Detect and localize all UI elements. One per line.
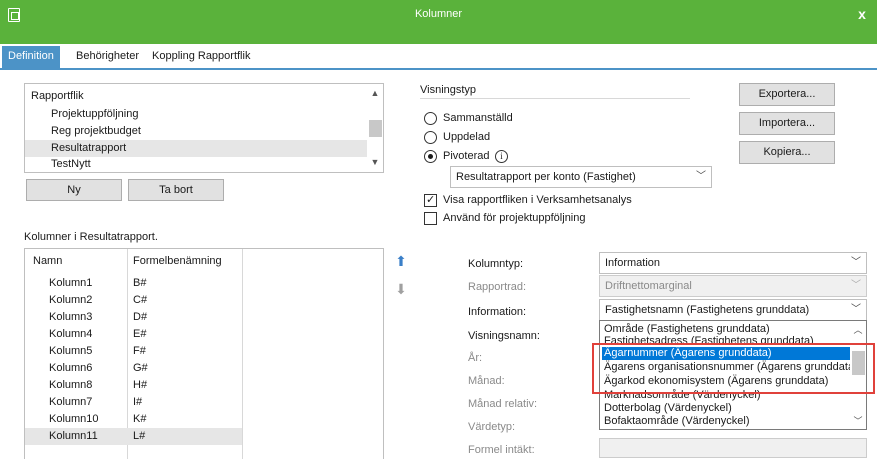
manad-relativ-label: Månad relativ: — [468, 398, 538, 410]
scroll-thumb[interactable] — [369, 120, 382, 137]
pivot-report-value: Resultatrapport per konto (Fastighet) — [456, 171, 636, 183]
copy-button[interactable]: Kopiera... — [739, 141, 835, 164]
dropdown-item[interactable]: Dotterbolag (Värdenyckel) — [604, 402, 732, 415]
checkbox-projekt-label[interactable]: Använd för projektuppföljning — [443, 212, 585, 224]
column-row-name[interactable]: Kolumn2 — [49, 292, 92, 309]
checkbox-visa-label[interactable]: Visa rapportfliken i Verksamhetsanalys — [443, 194, 632, 206]
title-bar: Kolumner x — [0, 0, 877, 44]
column-row-formula[interactable]: I# — [133, 394, 142, 411]
radio-pivoterad-label[interactable]: Pivoterad — [443, 150, 489, 162]
radio-uppdelad[interactable] — [424, 131, 437, 144]
column-row-formula[interactable]: B# — [133, 275, 146, 292]
column-row-name[interactable]: Kolumn10 — [49, 411, 99, 428]
rapportflik-item-selected[interactable]: Resultatrapport — [25, 140, 368, 157]
rapportflik-item[interactable]: TestNytt — [51, 157, 91, 171]
rapportrad-value: Driftnettomarginal — [605, 280, 692, 292]
chevron-down-icon: ﹀ — [851, 304, 861, 315]
kolumntyp-combo[interactable]: Information ﹀ — [599, 252, 867, 274]
columns-table[interactable]: Namn Formelbenämning Kolumn1 B# Kolumn2 … — [24, 248, 384, 459]
formel-intakt-input[interactable] — [599, 438, 867, 458]
column-row-formula[interactable]: C# — [133, 292, 147, 309]
kolumntyp-label: Kolumntyp: — [468, 258, 524, 270]
pivot-report-combo[interactable]: Resultatrapport per konto (Fastighet) ﹀ — [450, 166, 712, 188]
info-icon[interactable]: i — [495, 150, 508, 163]
header-formelbenamning[interactable]: Formelbenämning — [133, 253, 222, 270]
highlight-annotation — [592, 343, 875, 394]
radio-pivoterad[interactable] — [424, 150, 437, 163]
radio-sammanstalld-label[interactable]: Sammanställd — [443, 112, 513, 124]
rapportflik-item[interactable]: Projektuppföljning — [51, 106, 138, 123]
export-button[interactable]: Exportera... — [739, 83, 835, 106]
rapportrad-combo[interactable]: Driftnettomarginal ﹀ — [599, 275, 867, 297]
column-row-name[interactable]: Kolumn5 — [49, 343, 92, 360]
column-divider — [242, 249, 243, 459]
move-down-icon[interactable]: ⬇ — [392, 280, 410, 298]
radio-uppdelad-label[interactable]: Uppdelad — [443, 131, 490, 143]
import-button[interactable]: Importera... — [739, 112, 835, 135]
columns-title: Kolumner i Resultatrapport. — [24, 231, 158, 243]
column-row-formula[interactable]: G# — [133, 360, 148, 377]
delete-button[interactable]: Ta bort — [128, 179, 224, 201]
column-row-formula[interactable]: H# — [133, 377, 147, 394]
dropdown-item[interactable]: Fastighetsadress (Fastighetens grunddata… — [604, 335, 814, 343]
scroll-up-icon[interactable]: ▲ — [367, 85, 383, 101]
rapportflik-item[interactable]: Reg projektbudget — [51, 123, 141, 140]
column-row-name[interactable]: Kolumn1 — [49, 275, 92, 292]
column-row-name[interactable]: Kolumn7 — [49, 394, 92, 411]
scroll-down-icon[interactable]: ﹀ — [850, 413, 866, 429]
rapportrad-label: Rapportrad: — [468, 281, 527, 293]
information-label: Information: — [468, 306, 527, 318]
information-value: Fastighetsnamn (Fastighetens grunddata) — [605, 304, 810, 316]
visningstyp-label: Visningstyp — [420, 84, 477, 96]
column-row-formula[interactable]: L# — [133, 428, 145, 445]
information-combo[interactable]: Fastighetsnamn (Fastighetens grunddata) … — [599, 299, 867, 321]
radio-sammanstalld[interactable] — [424, 112, 437, 125]
chevron-down-icon: ﹀ — [696, 171, 706, 182]
chevron-down-icon: ﹀ — [851, 257, 861, 268]
visningsnamn-label: Visningsnamn: — [468, 330, 540, 342]
close-button[interactable]: x — [851, 4, 873, 24]
rapportflik-list[interactable]: Rapportflik Projektuppföljning Reg proje… — [24, 83, 384, 173]
rapportflik-header: Rapportflik — [31, 90, 84, 102]
vardetyp-label: Värdetyp: — [468, 421, 516, 433]
rapportflik-scrollbar[interactable]: ▲ ▼ — [367, 84, 383, 172]
manad-label: Månad: — [468, 375, 505, 387]
column-row-formula[interactable]: D# — [133, 309, 147, 326]
tab-bar: Definition Behörigheter Koppling Rapport… — [0, 44, 877, 69]
tab-underline — [0, 68, 877, 70]
visningstyp-separator — [420, 98, 690, 99]
column-row-name[interactable]: Kolumn4 — [49, 326, 92, 343]
column-row-name[interactable]: Kolumn6 — [49, 360, 92, 377]
tab-koppling-rapportflik[interactable]: Koppling Rapportflik — [146, 46, 256, 68]
column-row-formula[interactable]: F# — [133, 343, 146, 360]
column-row-name[interactable]: Kolumn8 — [49, 377, 92, 394]
formel-intakt-label: Formel intäkt: — [468, 444, 535, 456]
scroll-up-icon[interactable]: ︿ — [850, 322, 866, 338]
column-row-name[interactable]: Kolumn3 — [49, 309, 92, 326]
kolumntyp-value: Information — [605, 257, 661, 269]
checkbox-projektuppfoljning[interactable] — [424, 212, 437, 225]
tab-behorigheter[interactable]: Behörigheter — [70, 46, 145, 68]
scroll-down-icon[interactable]: ▼ — [367, 154, 383, 170]
ar-label: År: — [468, 352, 483, 364]
column-row-formula[interactable]: K# — [133, 411, 146, 428]
header-namn[interactable]: Namn — [33, 253, 62, 270]
checkbox-visa-verksamhetsanalys[interactable] — [424, 193, 437, 207]
move-up-icon[interactable]: ⬆ — [392, 252, 410, 270]
window-title: Kolumner — [414, 8, 463, 20]
tab-definition[interactable]: Definition — [2, 46, 60, 68]
dropdown-item[interactable]: Bofaktaområde (Värdenyckel) — [604, 415, 750, 428]
column-row-name[interactable]: Kolumn11 — [49, 428, 98, 445]
chevron-down-icon: ﹀ — [851, 280, 861, 291]
new-button[interactable]: Ny — [26, 179, 122, 201]
column-row-formula[interactable]: E# — [133, 326, 146, 343]
